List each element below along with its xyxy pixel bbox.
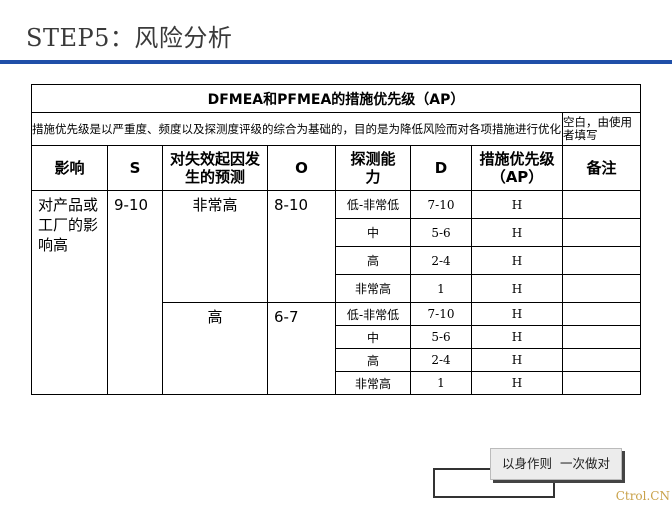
header-d: D: [410, 145, 472, 191]
remark-cell: [561, 246, 642, 275]
header-prediction: 对失效起因发生的预测: [162, 145, 268, 191]
d-value-cell: 2-4: [410, 348, 472, 372]
impact-cell: 对产品或工厂的影响高: [31, 190, 108, 395]
remark-cell: [561, 190, 642, 219]
ap-value-cell: H: [471, 274, 563, 303]
d-value-cell: 7-10: [410, 190, 472, 219]
remark-cell: [561, 371, 642, 395]
ap-table: DFMEA和PFMEA的措施优先级（AP） 措施优先级是以严重度、频度以及探测度…: [30, 84, 642, 395]
title-underline: [0, 60, 672, 64]
s-value-cell: 9-10: [107, 190, 163, 395]
detection-cell: 非常高: [335, 371, 411, 395]
header-detection: 探测能力: [335, 145, 411, 191]
remark-cell: [561, 274, 642, 303]
d-value-cell: 1: [410, 371, 472, 395]
ap-value-cell: H: [471, 348, 563, 372]
ap-value-cell: H: [471, 371, 563, 395]
detection-cell: 非常高: [335, 274, 411, 303]
header-ap: 措施优先级（AP）: [471, 145, 563, 191]
d-value-cell: 7-10: [410, 302, 472, 326]
watermark: Ctrol.CN: [615, 489, 670, 503]
detection-cell: 高: [335, 348, 411, 372]
prediction-cell: 非常高: [162, 190, 268, 303]
header-s: S: [107, 145, 163, 191]
d-value-cell: 5-6: [410, 325, 472, 349]
motto-stamp: 以身作则 一次做对: [433, 440, 622, 498]
table-description: 措施优先级是以严重度、频度以及探测度评级的综合为基础的，目的是为降低风险而对各项…: [31, 112, 563, 146]
o-value-cell: 8-10: [267, 190, 336, 303]
d-value-cell: 5-6: [410, 218, 472, 247]
remark-cell: [561, 218, 642, 247]
page-title: STEP5：风险分析: [26, 24, 233, 52]
ap-value-cell: H: [471, 218, 563, 247]
ap-value-cell: H: [471, 325, 563, 349]
o-value-cell: 6-7: [267, 302, 336, 395]
detection-cell: 中: [335, 325, 411, 349]
ap-value-cell: H: [471, 190, 563, 219]
header-remark: 备注: [561, 145, 642, 191]
detection-cell: 高: [335, 246, 411, 275]
d-value-cell: 2-4: [410, 246, 472, 275]
ap-value-cell: H: [471, 302, 563, 326]
stamp-label: 以身作则 一次做对: [490, 448, 622, 480]
remark-cell: [561, 325, 642, 349]
remark-cell: [561, 302, 642, 326]
header-o: O: [267, 145, 336, 191]
ap-value-cell: H: [471, 246, 563, 275]
remark-cell: [561, 348, 642, 372]
detection-cell: 中: [335, 218, 411, 247]
header-impact: 影响: [31, 145, 108, 191]
detection-cell: 低-非常低: [335, 302, 411, 326]
prediction-cell: 高: [162, 302, 268, 395]
note-header: 空白，由使用者填写: [561, 112, 642, 146]
table-title: DFMEA和PFMEA的措施优先级（AP）: [30, 84, 642, 113]
detection-cell: 低-非常低: [335, 190, 411, 219]
d-value-cell: 1: [410, 274, 472, 303]
